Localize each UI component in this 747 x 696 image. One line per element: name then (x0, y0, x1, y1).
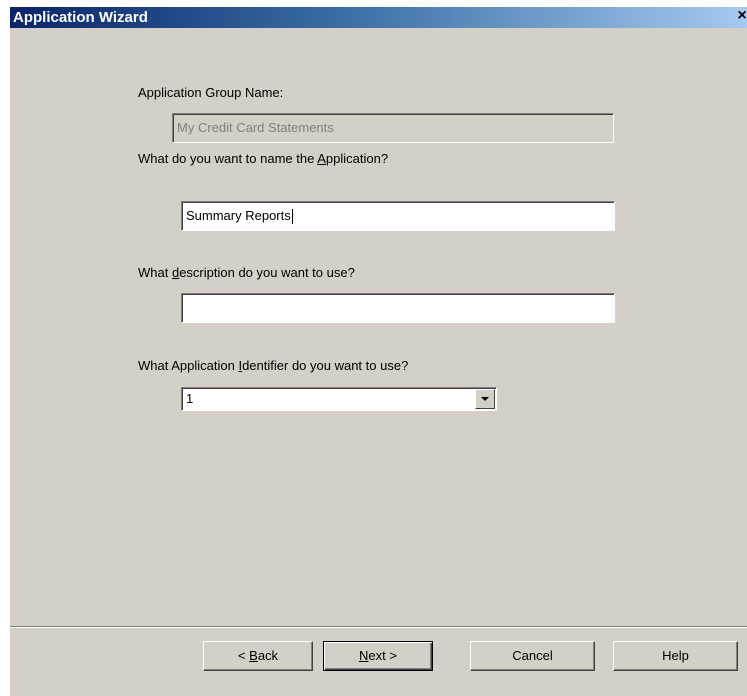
wizard-window: Application Wizard × Application Group N… (9, 7, 747, 696)
close-icon[interactable]: × (734, 7, 747, 26)
group-name-label: Application Group Name: (138, 85, 284, 100)
window-title: Application Wizard (13, 9, 148, 26)
text-caret (291, 209, 293, 225)
button-separator (10, 626, 747, 628)
chevron-down-icon[interactable] (475, 389, 495, 409)
description-label: What description do you want to use? (138, 265, 355, 280)
back-button[interactable]: < Back (203, 641, 313, 671)
application-identifier-label: What Application Identifier do you want … (138, 358, 409, 373)
application-identifier-value: 1 (186, 391, 194, 406)
group-name-field: My Credit Card Statements (172, 113, 614, 143)
application-identifier-select[interactable]: 1 (181, 387, 497, 411)
application-name-input[interactable]: Summary Reports (181, 201, 615, 231)
cancel-button[interactable]: Cancel (470, 641, 595, 671)
application-name-label: What do you want to name the Application… (138, 151, 389, 166)
title-bar[interactable]: Application Wizard × (10, 7, 747, 28)
help-button[interactable]: Help (613, 641, 738, 671)
description-input[interactable] (181, 293, 615, 323)
next-button[interactable]: Next > (323, 641, 433, 671)
